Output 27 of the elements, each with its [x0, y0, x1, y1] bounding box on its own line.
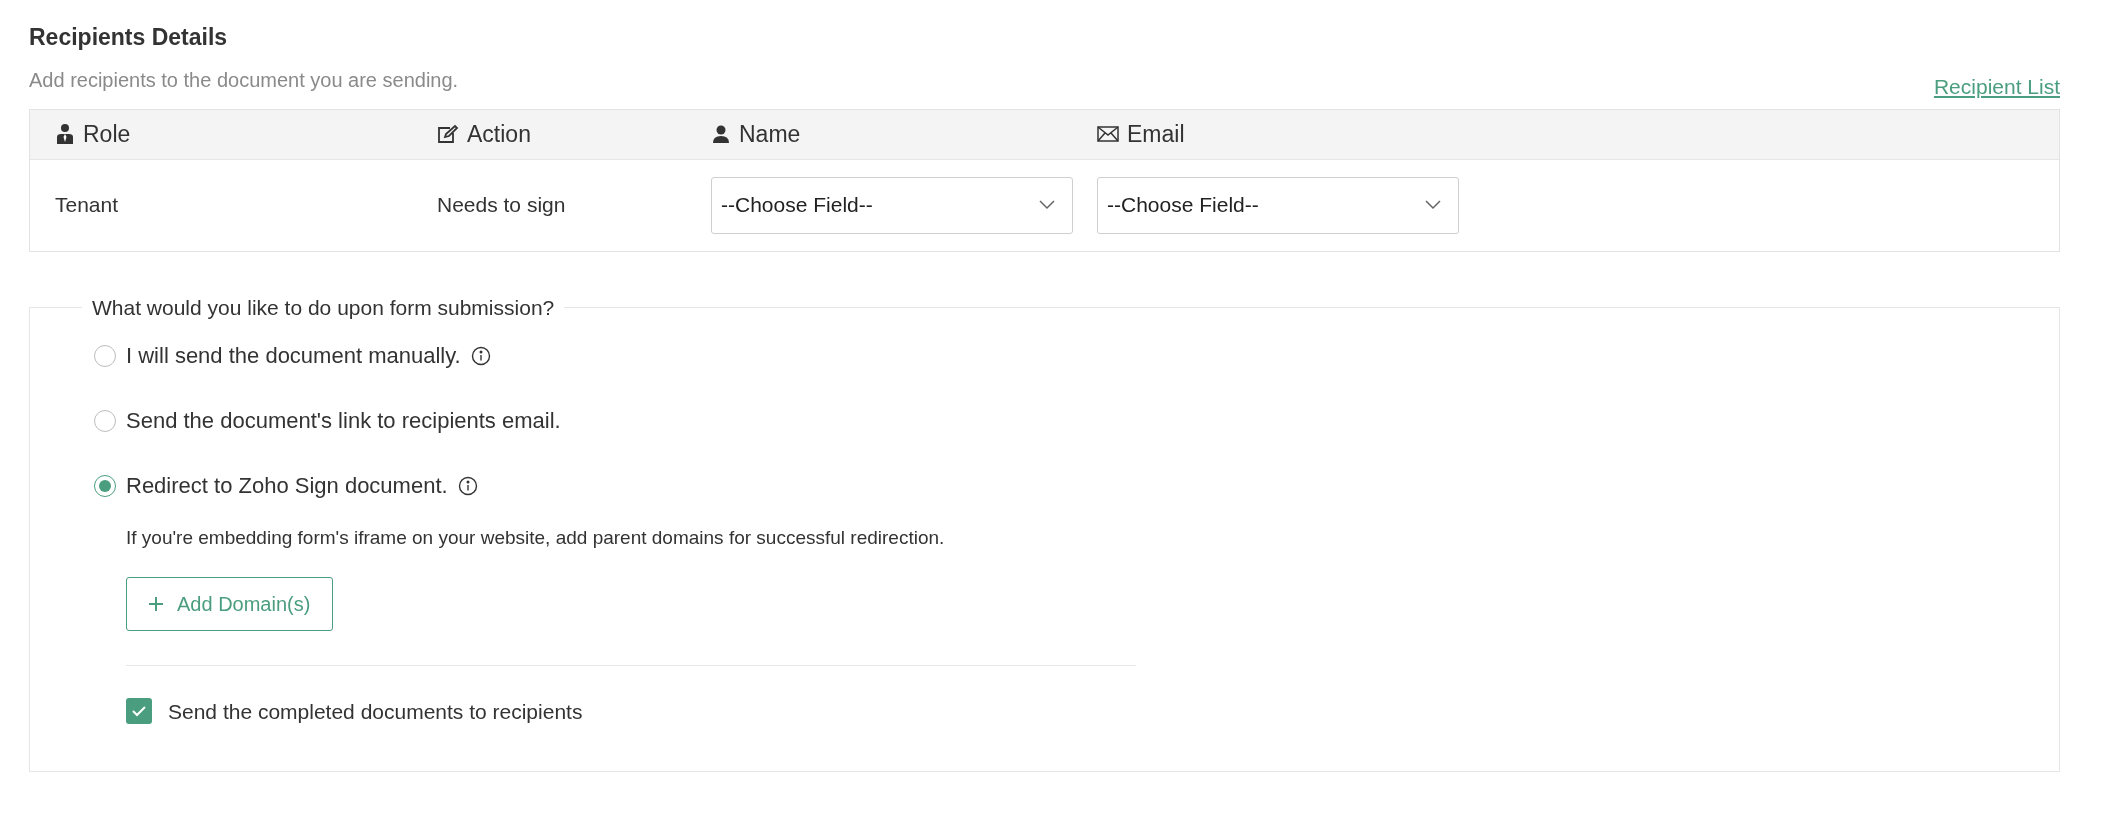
radio-label: I will send the document manually.	[126, 342, 461, 370]
column-header: Role	[83, 119, 131, 149]
info-icon[interactable]	[457, 475, 478, 496]
field-select[interactable]: --Choose Field--	[711, 176, 1073, 234]
plus-icon	[149, 596, 163, 611]
chevron-down-icon	[1039, 200, 1055, 210]
section-title: Recipients Details	[29, 23, 229, 52]
radio-label: Redirect to Zoho Sign document.	[126, 472, 448, 500]
panel-legend: What would you like to do upon form submission?	[82, 291, 565, 323]
person-tie-icon	[55, 123, 75, 145]
field-select[interactable]: --Choose Field--	[1097, 176, 1459, 234]
hint-text: If you're embedding form's iframe on your website, add parent domains for successful redirection.	[126, 527, 945, 548]
chevron-down-icon	[1425, 200, 1441, 210]
checkbox[interactable]	[126, 698, 152, 725]
table-cell-text: Tenant	[55, 192, 120, 219]
checkmark-icon	[131, 705, 147, 718]
checkbox-label: Send the completed documents to recipients	[168, 698, 583, 725]
column-header: Action	[467, 119, 531, 149]
table-cell-text: Needs to sign	[437, 192, 567, 219]
radio-label: Send the document's link to recipients email.	[126, 407, 561, 435]
info-icon[interactable]	[470, 345, 491, 366]
section-subtitle: Add recipients to the document you are sending.	[29, 67, 459, 93]
envelope-icon	[1097, 126, 1119, 142]
column-header: Name	[739, 119, 801, 149]
edit-icon	[437, 124, 459, 144]
column-header: Email	[1127, 119, 1185, 149]
person-icon	[711, 124, 731, 144]
